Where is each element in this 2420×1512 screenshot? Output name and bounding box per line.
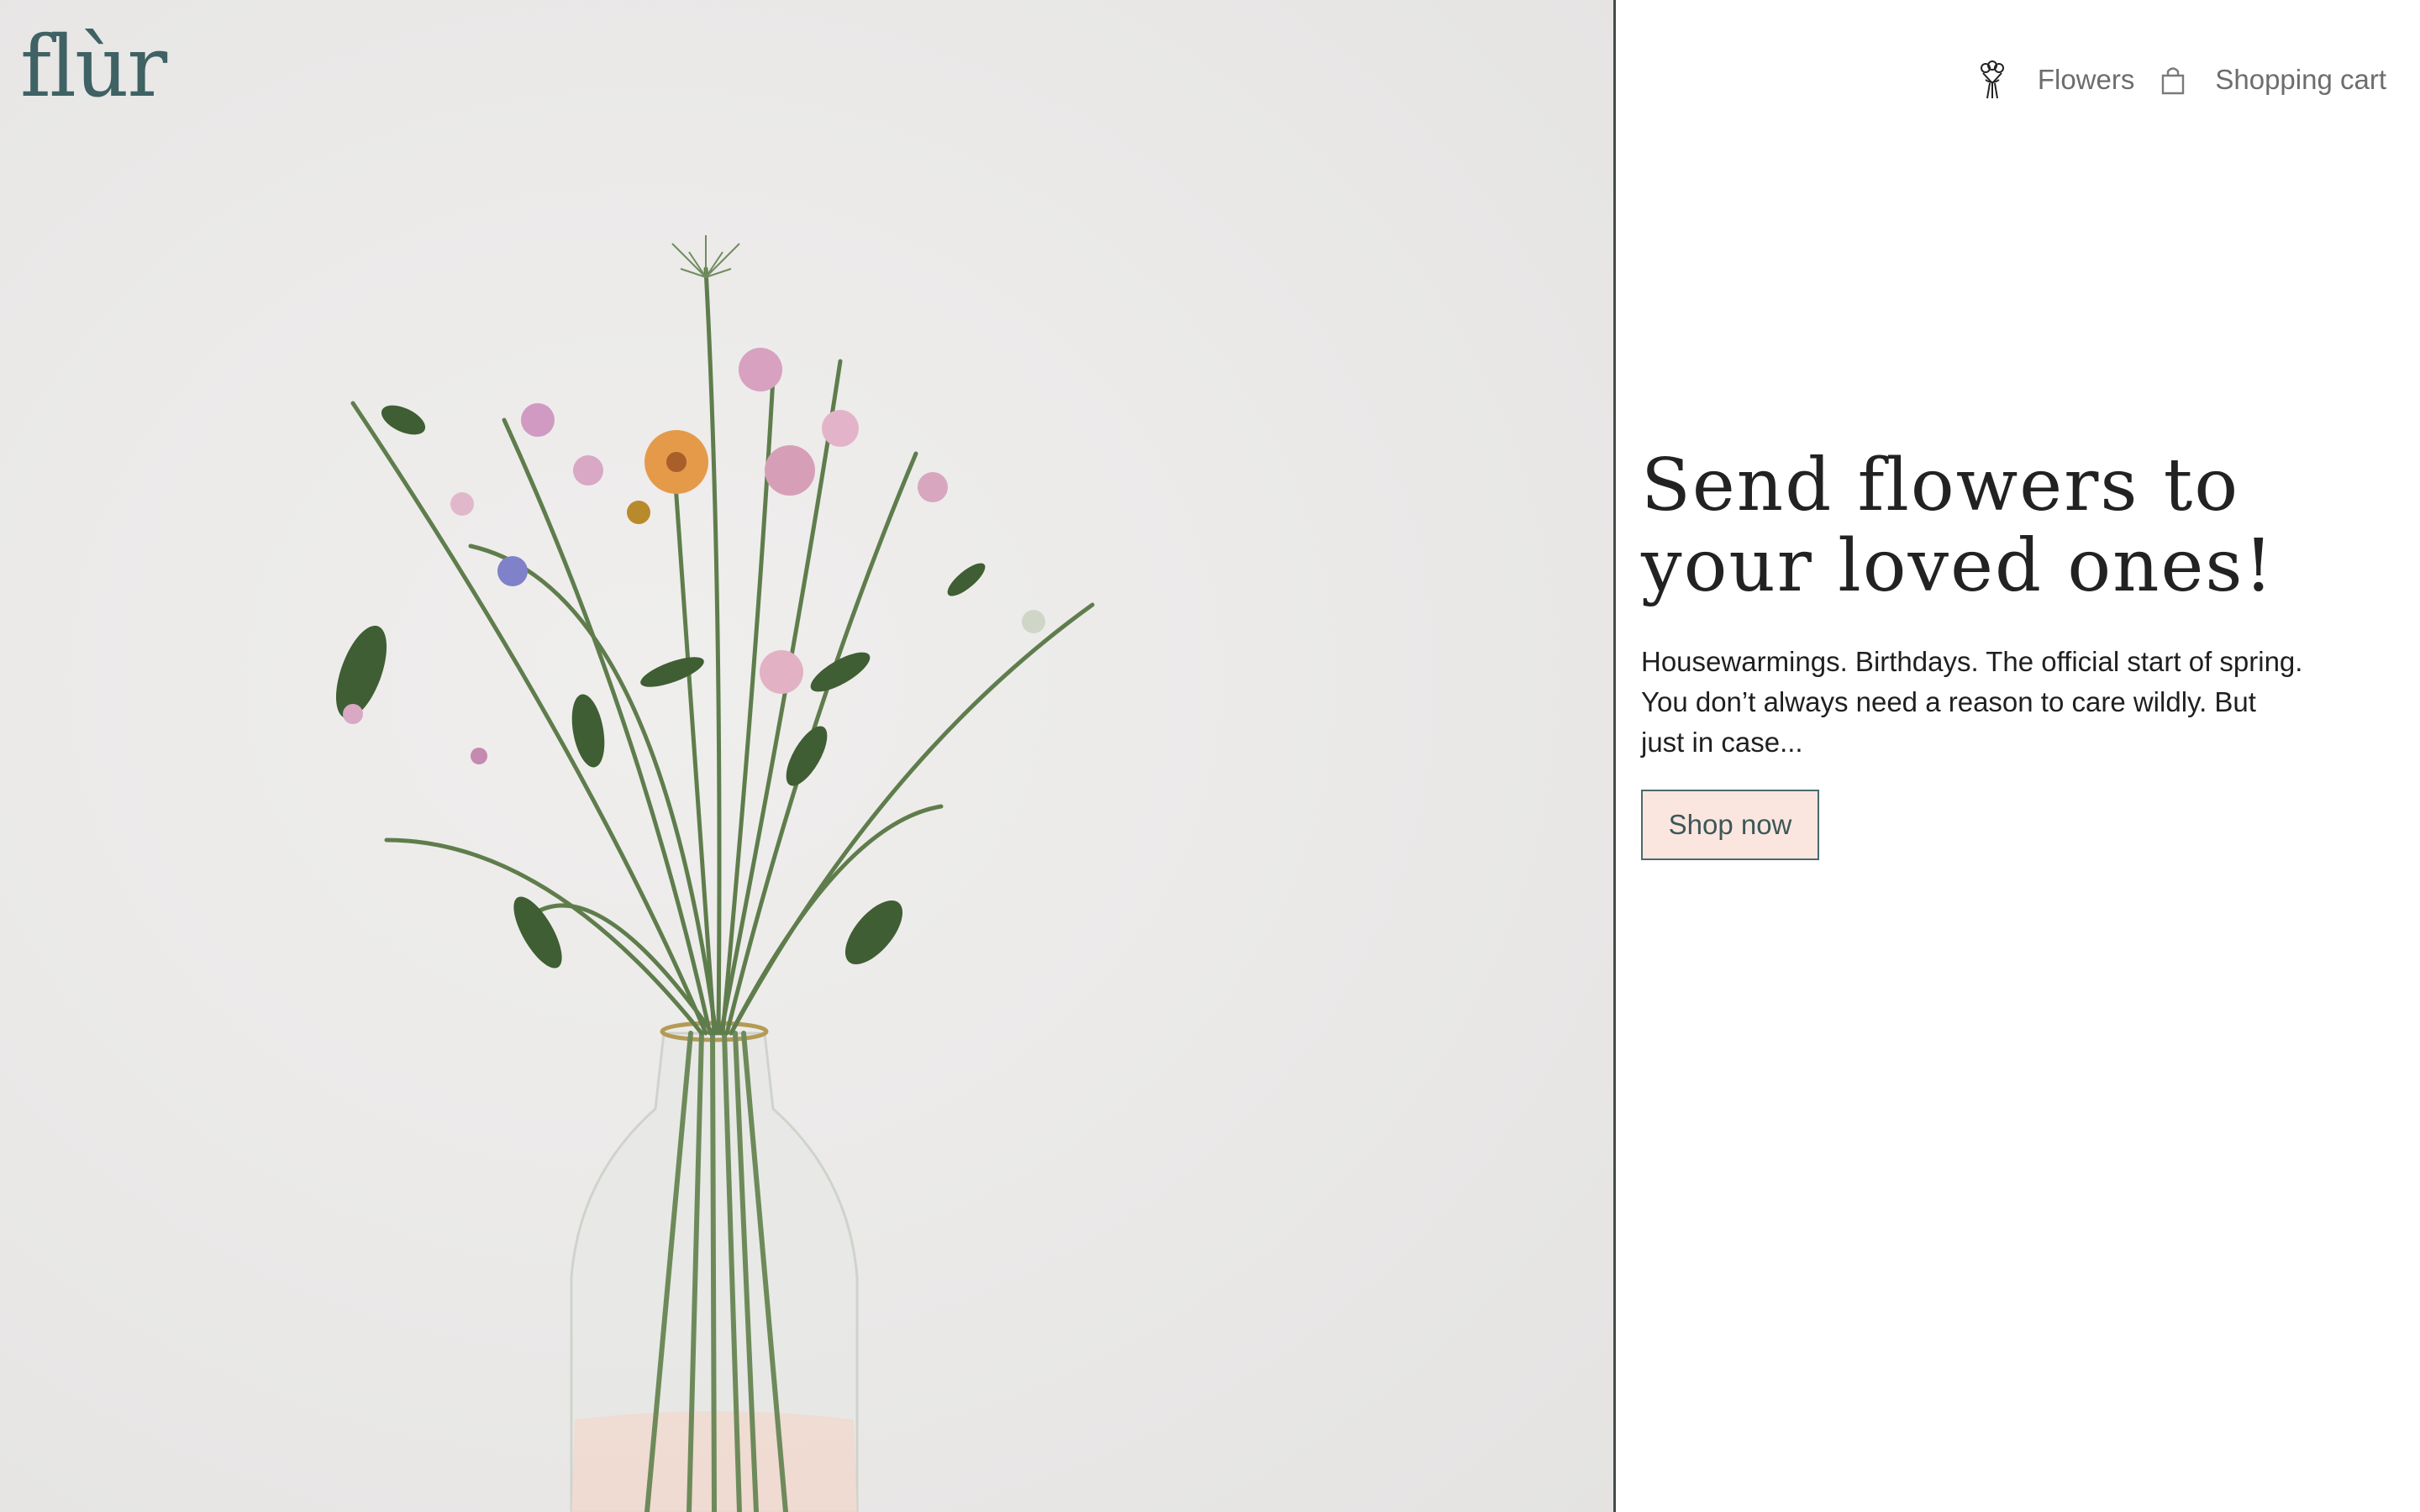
hero-headline: Send flowers to your loved ones! [1641,444,2275,608]
top-nav: Flowers Shopping cart [1975,59,2386,101]
hero-image [0,0,1614,1512]
shop-now-button[interactable]: Shop now [1641,790,1819,860]
flower-vase-illustration [335,235,1095,1512]
nav-link-shopping-cart[interactable]: Shopping cart [2215,64,2386,96]
brand-logo[interactable]: flùr [20,25,167,109]
hero-blurb: Housewarmings. Birthdays. The official s… [1641,646,2303,758]
panel-divider [1613,0,1616,1512]
nav-link-flowers[interactable]: Flowers [2038,64,2135,96]
page: flùr Flowers Shopping cart Send flowers … [0,0,2420,1512]
shopping-bag-icon[interactable] [2160,64,2186,96]
bouquet-icon[interactable] [1975,60,2009,100]
